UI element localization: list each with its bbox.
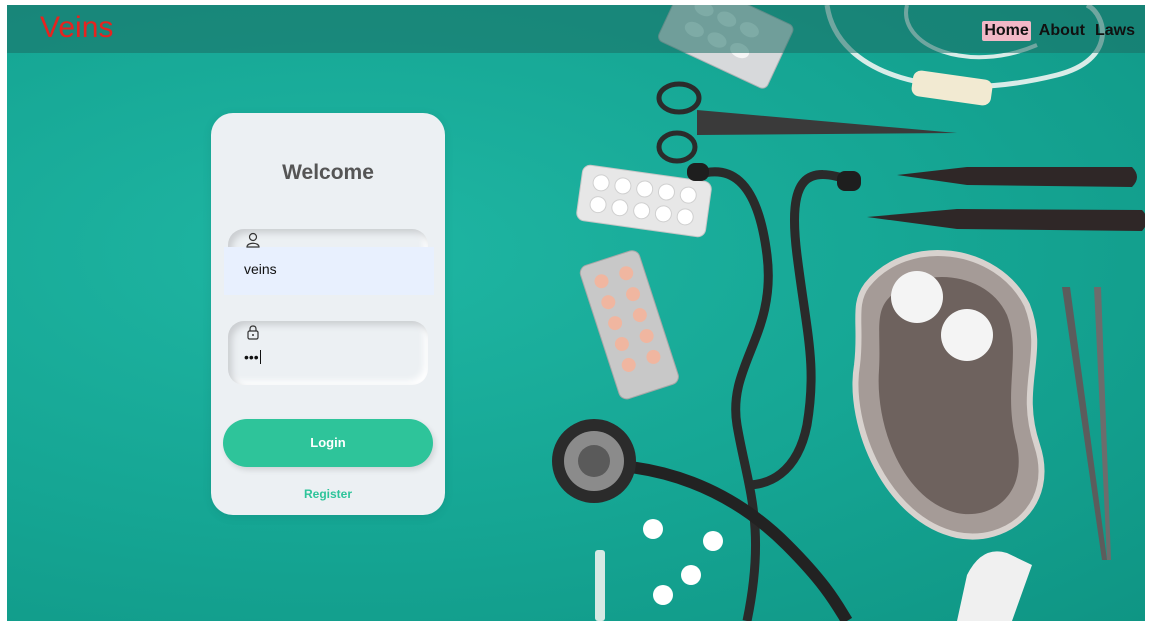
nav-link-home[interactable]: Home	[982, 21, 1031, 41]
page-frame: Veins Home About Laws Welcome veins •••	[7, 5, 1145, 621]
nav-links: Home About Laws	[982, 21, 1137, 41]
top-navbar: Veins Home About Laws	[7, 5, 1145, 53]
medical-background-image	[552, 5, 1145, 621]
login-button[interactable]: Login	[223, 419, 433, 467]
password-mask: •••	[244, 349, 259, 365]
nav-link-about[interactable]: About	[1037, 21, 1087, 41]
register-link[interactable]: Register	[211, 487, 445, 501]
password-value: •••	[244, 349, 261, 365]
username-field[interactable]: veins	[224, 229, 434, 295]
login-card: Welcome veins ••• Login Register	[211, 113, 445, 515]
username-value: veins	[244, 261, 277, 277]
nav-link-laws[interactable]: Laws	[1093, 21, 1137, 41]
welcome-heading: Welcome	[282, 161, 374, 184]
lock-icon	[247, 325, 259, 340]
brand-logo[interactable]: Veins	[40, 13, 113, 43]
text-caret	[259, 350, 261, 364]
password-field[interactable]: •••	[228, 321, 428, 385]
user-icon	[246, 232, 260, 248]
